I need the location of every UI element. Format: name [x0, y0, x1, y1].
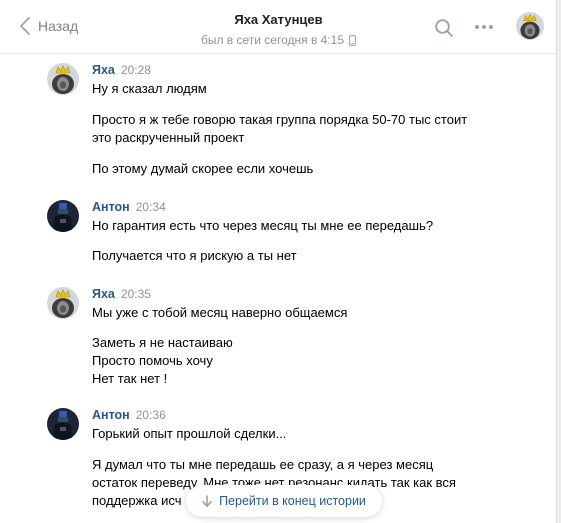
message-text: Просто я ж тебе говорю такая группа поря…	[92, 112, 468, 127]
message-text: По этому думай скорее если хочешь	[92, 161, 314, 176]
author-name[interactable]: Антон	[92, 200, 130, 214]
message-text: Нет так нет !	[92, 371, 168, 386]
chat-header: Назад Яха Хатунцев был в сети сегодня в …	[0, 0, 556, 54]
jump-to-end-label: Перейти в конец истории	[219, 494, 366, 508]
message-time[interactable]: 20:34	[136, 200, 166, 214]
message-meta: Яха 20:28	[92, 63, 151, 77]
author-name[interactable]: Яха	[92, 63, 115, 77]
message-meta: Яха 20:35	[92, 287, 151, 301]
mobile-phone-icon	[349, 34, 357, 46]
peer-status: был в сети сегодня в 4:15	[200, 33, 357, 47]
message-text: Ну я сказал людям	[92, 81, 207, 96]
avatar[interactable]	[47, 63, 79, 95]
more-dots-icon[interactable]	[474, 24, 494, 30]
message-time[interactable]: 20:36	[136, 408, 166, 422]
search-icon[interactable]	[434, 18, 454, 38]
lion-crown-avatar-icon	[47, 287, 79, 319]
avatar[interactable]	[47, 200, 79, 232]
message-time[interactable]: 20:35	[121, 287, 151, 301]
avatar[interactable]	[47, 408, 79, 440]
message-text: поддержка исч	[92, 493, 182, 508]
peer-info: Яха Хатунцев был в сети сегодня в 4:15	[0, 11, 556, 49]
bottle-avatar-icon	[47, 200, 79, 232]
jump-to-end-button[interactable]: Перейти в конец истории	[186, 485, 382, 517]
message-history[interactable]: Яха 20:28 Ну я сказал людям Просто я ж те…	[0, 55, 556, 523]
message-text: Я думал что ты мне передашь ее сразу, а …	[92, 457, 434, 472]
author-name[interactable]: Антон	[92, 408, 130, 422]
lion-crown-avatar-icon	[47, 63, 79, 95]
message-text: Горький опыт прошлой сделки...	[92, 426, 287, 441]
message-text: Мы уже с тобой месяц наверно общаемся	[92, 305, 348, 320]
message-text: это раскрученный проект	[92, 130, 245, 145]
chat-window: Назад Яха Хатунцев был в сети сегодня в …	[0, 0, 557, 523]
peer-avatar[interactable]	[516, 12, 544, 40]
avatar[interactable]	[47, 287, 79, 319]
message-meta: Антон 20:34	[92, 200, 166, 214]
bottle-avatar-icon	[47, 408, 79, 440]
peer-name[interactable]: Яха Хатунцев	[234, 12, 322, 27]
author-name[interactable]: Яха	[92, 287, 115, 301]
peer-status-text: был в сети сегодня в 4:15	[200, 33, 345, 47]
lion-crown-avatar-icon	[516, 12, 544, 40]
message-text: Получается что я рискую а ты нет	[92, 248, 297, 263]
message-text: Просто помочь хочу	[92, 353, 213, 368]
arrow-down-icon	[202, 495, 212, 507]
message-text: Заметь я не настаиваю	[92, 335, 233, 350]
message-text: Но гарантия есть что через месяц ты мне …	[92, 218, 434, 233]
message-time[interactable]: 20:28	[121, 63, 151, 77]
message-meta: Антон 20:36	[92, 408, 166, 422]
